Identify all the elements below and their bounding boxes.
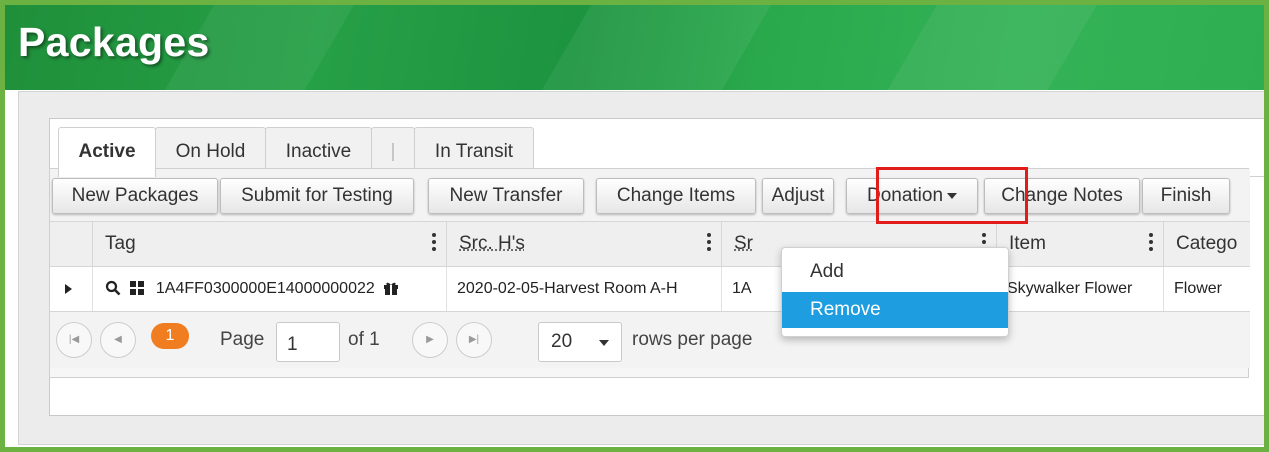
last-page-button[interactable]: ▶| <box>456 322 492 358</box>
prev-page-icon: ◀ <box>114 334 122 345</box>
banner-facet <box>521 5 789 90</box>
grid-header: Tag Src. H's Sr Item Catego <box>50 222 1250 267</box>
column-menu-icon[interactable] <box>707 233 711 255</box>
change-items-button[interactable]: Change Items <box>596 178 756 214</box>
tab-active[interactable]: Active <box>58 127 156 177</box>
page-label: Page <box>220 329 265 350</box>
finish-button[interactable]: Finish <box>1142 178 1230 214</box>
new-transfer-button[interactable]: New Transfer <box>428 178 584 214</box>
banner-facet <box>867 5 1103 90</box>
page-count-label: of 1 <box>348 329 380 350</box>
row-tag-cell: 1A4FF0300000E14000000022 <box>92 267 446 311</box>
rows-per-page-label: rows per page <box>632 329 753 350</box>
grid-icon[interactable] <box>129 280 145 296</box>
grid-toolbar: New Packages Submit for Testing New Tran… <box>50 167 1250 224</box>
adjust-button[interactable]: Adjust <box>762 178 834 214</box>
prev-page-button[interactable]: ◀ <box>100 322 136 358</box>
row-src-harvests-cell: 2020-02-05-Harvest Room A-H <box>446 267 721 311</box>
header-item[interactable]: Item <box>996 222 1163 266</box>
content-panel: Active On Hold Inactive | In Transit New… <box>18 91 1264 445</box>
page-title: Packages <box>18 19 210 65</box>
current-page-badge[interactable]: 1 <box>151 323 189 349</box>
pager: |◀ ◀ 1 Page of 1 ▶ ▶| 20 rows per page <box>50 312 1250 368</box>
change-notes-button[interactable]: Change Notes <box>984 178 1140 214</box>
menu-item-remove[interactable]: Remove <box>782 292 1008 328</box>
app-frame: Packages Active On Hold Inactive | In Tr… <box>0 0 1269 452</box>
search-icon[interactable] <box>105 280 121 296</box>
row-item-cell: Skywalker Flower <box>996 267 1163 311</box>
header-tag[interactable]: Tag <box>92 222 446 266</box>
header-category-label: Catego <box>1176 233 1238 254</box>
first-page-button[interactable]: |◀ <box>56 322 92 358</box>
header-src-packages-label: Sr <box>734 233 753 254</box>
expand-arrow-icon[interactable] <box>65 284 72 294</box>
menu-item-add[interactable]: Add <box>782 254 1008 290</box>
page-number-input[interactable] <box>276 322 340 362</box>
caret-down-icon <box>599 340 609 346</box>
header-tag-label: Tag <box>105 233 136 254</box>
new-packages-button[interactable]: New Packages <box>52 178 218 214</box>
donation-menu: Add Remove <box>781 247 1009 337</box>
gift-icon <box>384 282 399 295</box>
header-category[interactable]: Catego <box>1163 222 1250 266</box>
header-item-label: Item <box>1009 233 1046 254</box>
column-menu-icon[interactable] <box>432 233 436 255</box>
next-page-button[interactable]: ▶ <box>412 322 448 358</box>
header-banner: Packages <box>5 5 1264 90</box>
submit-for-testing-button[interactable]: Submit for Testing <box>220 178 414 214</box>
next-page-icon: ▶ <box>426 334 434 345</box>
header-src-harvests-label: Src. H's <box>459 233 525 254</box>
rows-per-page-value: 20 <box>551 331 573 352</box>
rows-per-page-select[interactable]: 20 <box>538 322 622 362</box>
caret-down-icon <box>947 192 958 199</box>
table-row[interactable]: 1A4FF0300000E14000000022 2020-02-05-Harv… <box>50 267 1250 312</box>
header-src-harvests[interactable]: Src. H's <box>446 222 721 266</box>
donation-dropdown-button[interactable]: Donation <box>846 178 978 214</box>
header-expand-column <box>50 222 92 266</box>
package-tag: 1A4FF0300000E14000000022 <box>155 280 375 297</box>
first-page-icon: |◀ <box>68 334 80 345</box>
row-expand-cell[interactable] <box>50 267 92 311</box>
packages-grid: New Packages Submit for Testing New Tran… <box>49 167 1250 378</box>
last-page-icon: ▶| <box>468 334 480 345</box>
row-category-cell: Flower <box>1163 267 1250 311</box>
column-menu-icon[interactable] <box>1149 233 1153 255</box>
donation-label: Donation <box>866 185 944 206</box>
